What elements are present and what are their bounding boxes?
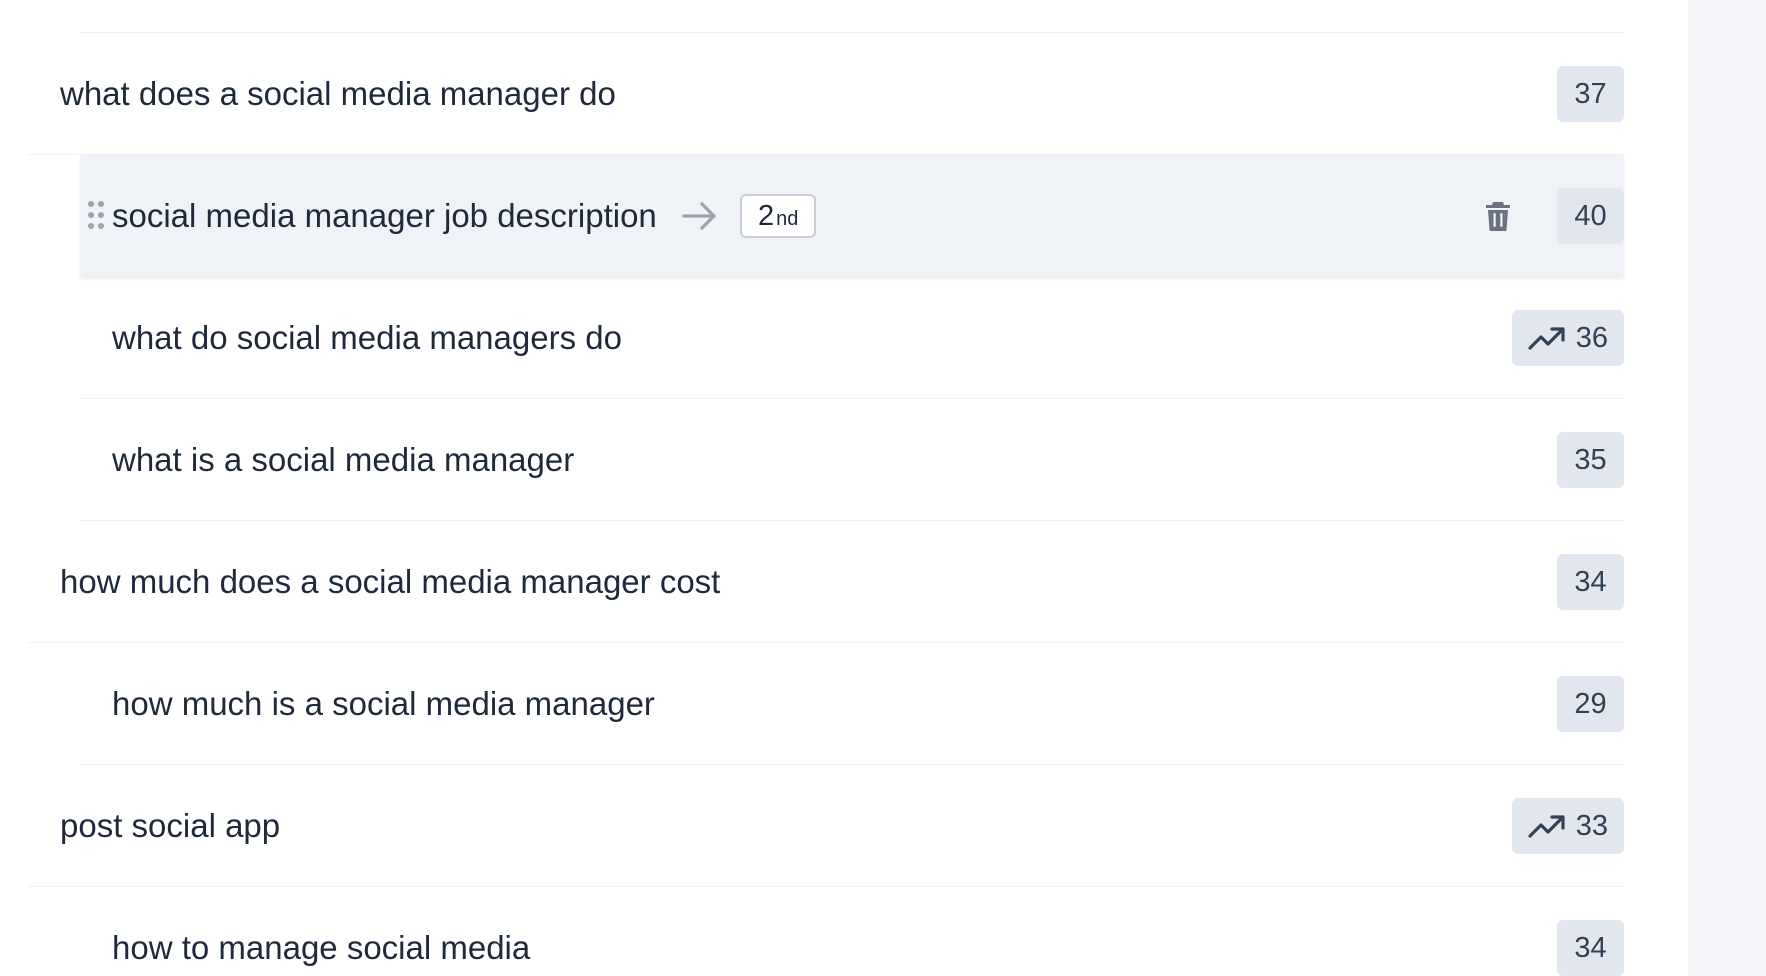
count-value: 36 — [1575, 321, 1608, 354]
keyword-cluster-page: what does a social media manager do 37 s… — [0, 0, 1766, 976]
count-value: 33 — [1575, 809, 1608, 842]
right-side-panel — [1688, 0, 1766, 976]
search-count-badge: 34 — [1557, 920, 1624, 976]
keyword-row-child[interactable]: what do social media managers do 36 — [80, 277, 1624, 399]
count-value: 34 — [1574, 931, 1607, 964]
keyword-text: what does a social media manager do — [60, 75, 616, 112]
rank-indicator: 2 nd — [680, 192, 817, 240]
keyword-text: what do social media managers do — [112, 319, 622, 356]
search-count-badge: 40 — [1557, 188, 1624, 244]
keyword-row-child[interactable]: how much is a social media manager 29 — [80, 643, 1624, 765]
trending-up-icon — [1528, 815, 1565, 838]
keyword-row-parent[interactable]: what does a social media manager do 37 — [28, 33, 1624, 155]
keyword-text: social media manager job description — [112, 197, 657, 234]
search-count-badge: 34 — [1557, 554, 1624, 610]
keyword-text: what is a social media manager — [112, 441, 575, 478]
count-value: 37 — [1574, 77, 1607, 110]
keyword-row-parent[interactable]: post social app 33 — [28, 765, 1624, 887]
rank-suffix: nd — [776, 208, 799, 230]
search-count-badge: 33 — [1511, 798, 1624, 854]
keyword-text: post social app — [60, 807, 281, 844]
search-count-badge: 36 — [1511, 310, 1624, 366]
trending-up-icon — [1528, 327, 1565, 350]
trash-icon[interactable] — [1484, 200, 1512, 232]
keyword-row-child[interactable]: how to manage social media 34 — [80, 887, 1624, 976]
search-count-badge: 35 — [1557, 432, 1624, 488]
rank-badge: 2 nd — [740, 194, 817, 238]
keyword-text: how much is a social media manager — [112, 685, 655, 722]
count-value: 35 — [1574, 443, 1607, 476]
keyword-list: what does a social media manager do 37 s… — [0, 0, 1688, 976]
keyword-row-child[interactable]: what is a social media manager 35 — [80, 399, 1624, 521]
count-value: 40 — [1574, 199, 1607, 232]
keyword-text: how to manage social media — [112, 929, 531, 966]
count-value: 34 — [1574, 565, 1607, 598]
count-value: 29 — [1574, 687, 1607, 720]
keyword-row-parent[interactable]: how much does a social media manager cos… — [28, 521, 1624, 643]
rank-number: 2 — [758, 200, 775, 232]
search-count-badge: 37 — [1557, 66, 1624, 122]
search-count-badge: 29 — [1557, 676, 1624, 732]
drag-handle-icon[interactable] — [88, 201, 106, 231]
keyword-text: how much does a social media manager cos… — [60, 563, 721, 600]
arrow-right-icon — [682, 202, 716, 230]
keyword-row-child-selected[interactable]: social media manager job description 2 n… — [80, 155, 1624, 277]
